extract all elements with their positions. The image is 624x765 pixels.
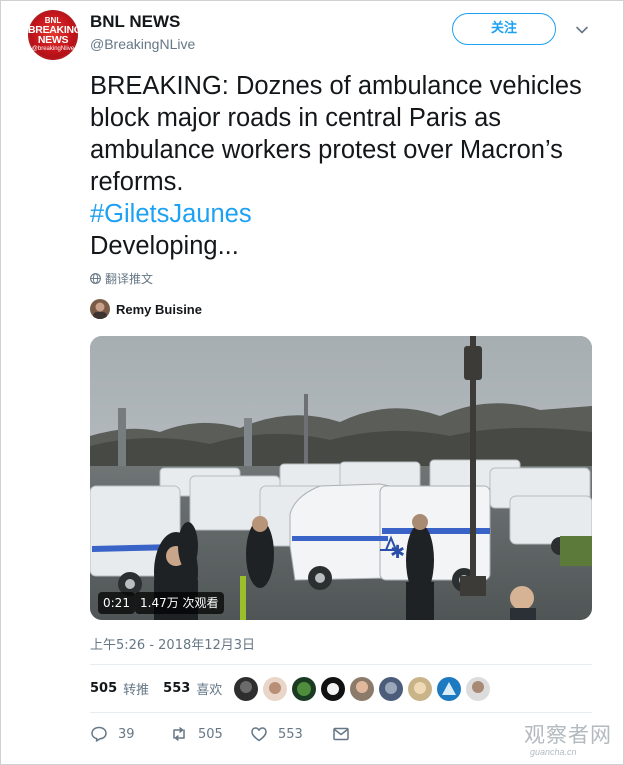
video-thumbnail: ✱ — [90, 336, 592, 620]
attribution-name: Remy Buisine — [116, 301, 202, 317]
tweet-actions: 39 505 553 — [90, 725, 390, 747]
retweet-icon — [173, 727, 185, 741]
liker-avatar[interactable] — [350, 677, 374, 701]
liker-avatar[interactable] — [379, 677, 403, 701]
tweet-text-body: BREAKING: Doznes of ambulance vehicles b… — [90, 72, 582, 196]
avatar-logo-text-bottom: @breakingNlive — [31, 46, 75, 52]
account-handle[interactable]: @BreakingNLive — [90, 36, 195, 52]
translate-tweet-link[interactable]: 翻译推文 — [90, 270, 153, 287]
tweet-text-developing: Developing... — [90, 232, 239, 260]
media-attribution[interactable]: Remy Buisine — [90, 299, 202, 319]
engagement-stats: 505 转推 553 喜欢 — [90, 679, 230, 698]
retweet-button[interactable]: 505 — [170, 725, 223, 743]
like-button[interactable]: 553 — [250, 725, 303, 743]
account-name[interactable]: BNL NEWS — [90, 12, 180, 32]
video-views-badge: 1.47万 次观看 — [135, 592, 224, 614]
follow-button[interactable]: 关注 — [452, 13, 556, 45]
globe-icon — [90, 273, 101, 284]
reply-count: 39 — [118, 726, 135, 742]
divider-top — [90, 664, 592, 665]
reply-icon — [91, 726, 107, 742]
like-count: 553 — [278, 726, 303, 742]
avatar-logo-text-main: BREAKING NEWS — [28, 24, 78, 46]
translate-label: 翻译推文 — [105, 272, 154, 286]
liker-avatar[interactable] — [263, 677, 287, 701]
attribution-avatar — [90, 299, 110, 319]
liker-avatar[interactable] — [408, 677, 432, 701]
video-player[interactable]: ✱ 0:21 1.47万 次观看 — [90, 336, 592, 620]
liker-avatars — [234, 677, 490, 701]
mail-icon — [333, 727, 349, 741]
svg-text:✱: ✱ — [390, 542, 405, 563]
tweet-timestamp[interactable]: 上午5:26 - 2018年12月3日 — [90, 634, 255, 653]
watermark-main: 观察者网 — [524, 723, 612, 747]
account-avatar[interactable]: BNL BREAKING NEWS @breakingNlive — [28, 10, 78, 60]
reply-button[interactable]: 39 — [90, 725, 135, 743]
video-duration-badge: 0:21 — [98, 592, 135, 614]
likes-count[interactable]: 553 — [163, 681, 190, 696]
watermark-sub: guancha.cn — [530, 747, 577, 757]
retweets-label[interactable]: 转推 — [123, 679, 149, 698]
chevron-down-icon[interactable] — [574, 22, 590, 38]
watermark: 观察者网 guancha.cn — [524, 719, 620, 763]
liker-avatar[interactable] — [466, 677, 490, 701]
likes-label[interactable]: 喜欢 — [196, 679, 222, 698]
retweets-count[interactable]: 505 — [90, 681, 117, 696]
heart-icon — [251, 727, 267, 742]
direct-message-button[interactable] — [332, 725, 350, 743]
liker-avatar[interactable] — [292, 677, 316, 701]
liker-avatar[interactable] — [437, 677, 461, 701]
divider-bottom — [90, 712, 592, 713]
tweet-text: BREAKING: Doznes of ambulance vehicles b… — [90, 70, 600, 262]
tweet-header: BNL BREAKING NEWS @breakingNlive BNL NEW… — [28, 10, 608, 60]
retweet-count: 505 — [198, 726, 223, 742]
liker-avatar[interactable] — [321, 677, 345, 701]
hashtag-link[interactable]: #GiletsJaunes — [90, 198, 600, 230]
liker-avatar[interactable] — [234, 677, 258, 701]
